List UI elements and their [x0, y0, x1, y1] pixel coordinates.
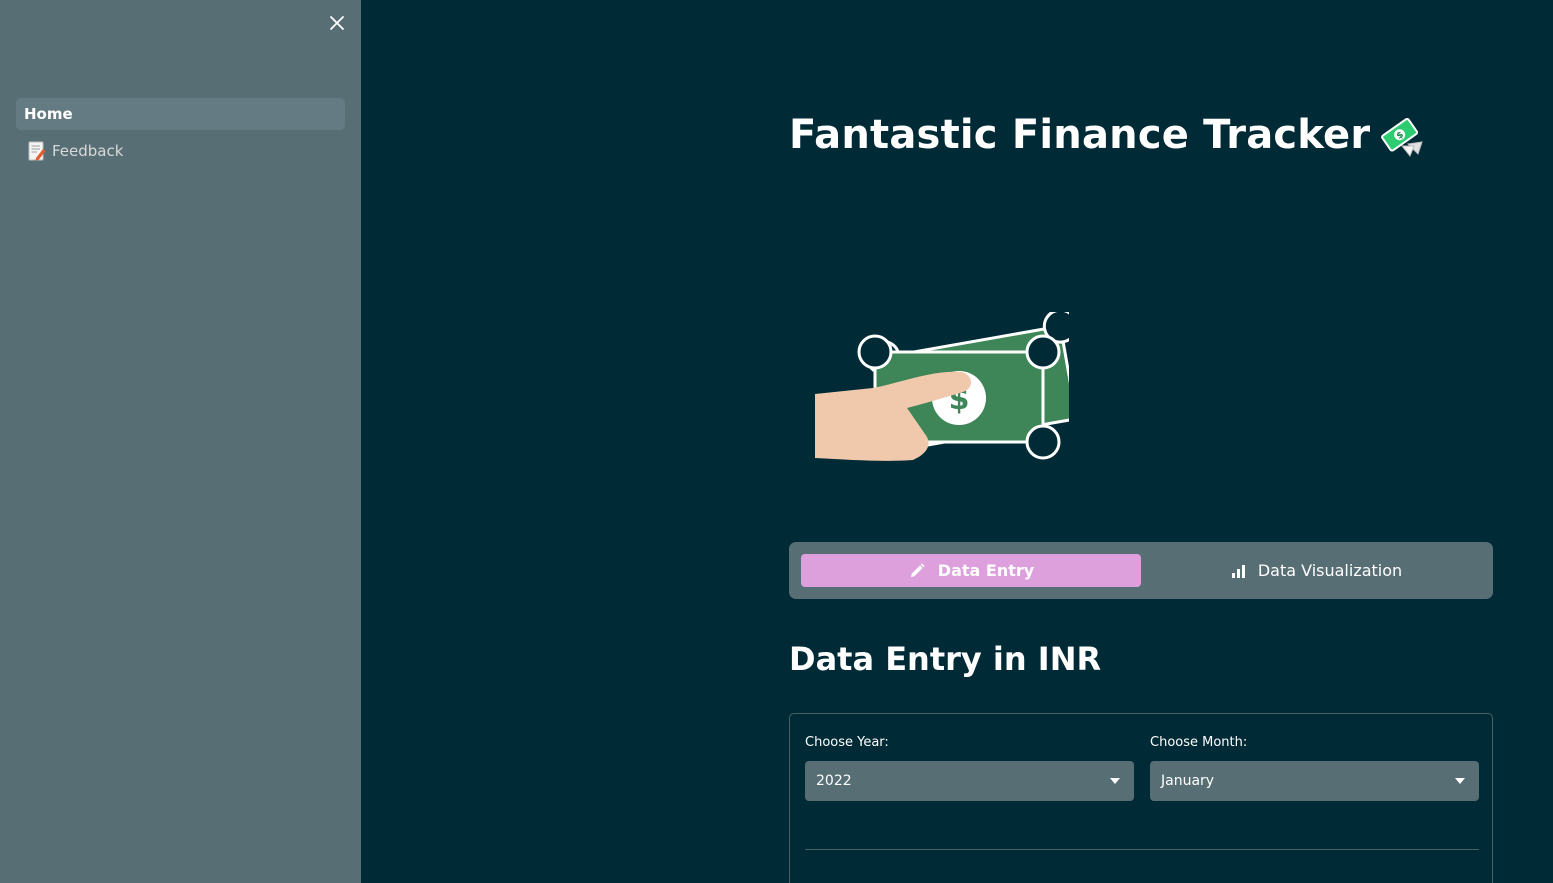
close-icon	[330, 16, 344, 30]
sidebar: Home Feedback	[0, 0, 361, 883]
page-header: Fantastic Finance Tracker $	[789, 112, 1424, 158]
sidebar-item-label: Feedback	[52, 142, 124, 160]
year-label: Choose Year:	[805, 735, 889, 750]
divider	[805, 849, 1479, 850]
year-select[interactable]: 2022	[805, 761, 1134, 801]
bar-chart-icon	[1231, 564, 1245, 578]
section-heading: Data Entry in INR	[789, 640, 1102, 678]
tab-data-entry[interactable]: Data Entry	[801, 554, 1141, 587]
month-label: Choose Month:	[1150, 735, 1248, 750]
sidebar-item-label: Home	[24, 105, 73, 123]
sidebar-item-feedback[interactable]: Feedback	[16, 135, 345, 167]
chevron-down-icon	[1455, 778, 1465, 784]
money-with-wings-icon: $	[1381, 117, 1424, 157]
data-entry-form: Choose Year: 2022 Choose Month: January	[789, 713, 1493, 883]
chevron-down-icon	[1110, 778, 1120, 784]
main-content: Fantastic Finance Tracker $ $ Data Entry…	[361, 0, 1553, 883]
memo-icon	[28, 141, 46, 161]
tab-bar: Data Entry Data Visualization	[789, 542, 1493, 599]
year-select-value: 2022	[816, 773, 852, 789]
month-select-value: January	[1161, 773, 1215, 789]
close-sidebar-button[interactable]	[326, 12, 348, 34]
month-select[interactable]: January	[1150, 761, 1479, 801]
tab-label: Data Visualization	[1257, 561, 1403, 580]
pencil-icon	[910, 562, 925, 577]
page-title: Fantastic Finance Tracker	[789, 112, 1371, 158]
tab-label: Data Entry	[937, 561, 1035, 580]
sidebar-item-home[interactable]: Home	[16, 98, 345, 130]
tab-data-visualization[interactable]: Data Visualization	[1151, 554, 1481, 587]
hand-holding-cash-icon: $	[815, 312, 1069, 461]
